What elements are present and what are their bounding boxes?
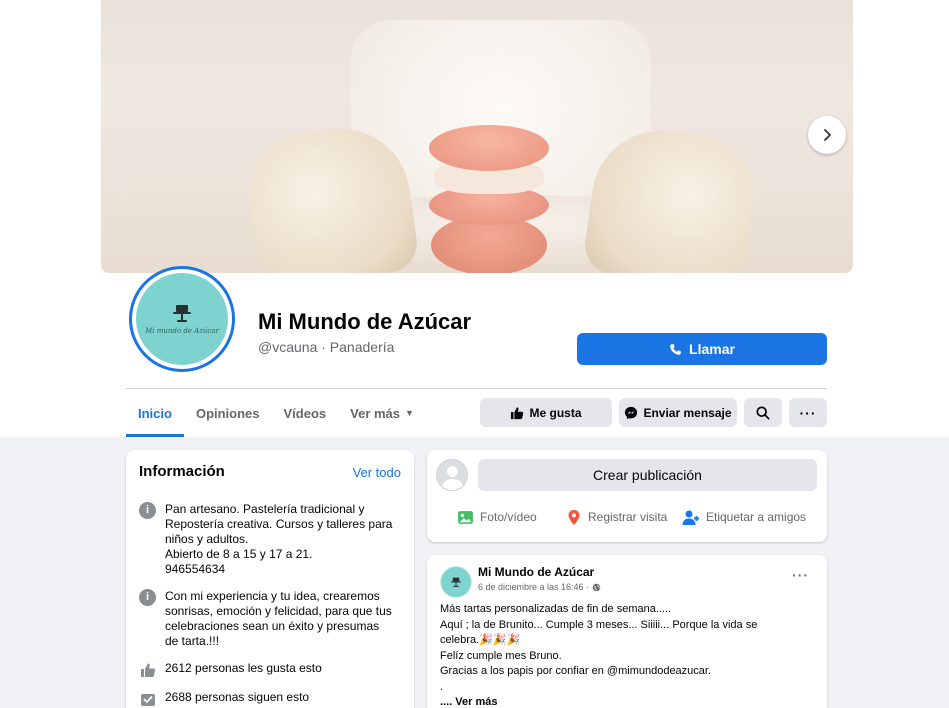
send-message-label: Enviar mensaje xyxy=(643,405,732,420)
chevron-right-icon xyxy=(824,129,831,141)
info-row-text: Con mi experiencia y tu idea, crearemos … xyxy=(165,589,392,648)
cover-macaron-top xyxy=(429,125,549,171)
info-icon: i xyxy=(139,589,156,606)
like-button-label: Me gusta xyxy=(529,405,582,420)
photo-icon xyxy=(458,510,473,524)
info-title: Información xyxy=(139,463,225,480)
tab-ver-mas[interactable]: Ver más ▼ xyxy=(338,389,426,437)
page-title: Mi Mundo de Azúcar xyxy=(258,309,472,334)
info-row-text: 2612 personas les gusta esto xyxy=(165,661,322,675)
info-row-about: i Con mi experiencia y tu idea, crearemo… xyxy=(139,589,401,649)
tab-ver-mas-label: Ver más xyxy=(350,405,401,421)
send-message-button[interactable]: Enviar mensaje xyxy=(619,398,737,427)
tab-opiniones[interactable]: Opiniones xyxy=(184,389,272,437)
more-options-button[interactable]: ··· xyxy=(789,398,827,427)
photo-video-label: Foto/vídeo xyxy=(480,510,537,524)
page-subtitle: @vcauna · Panadería xyxy=(258,339,395,355)
tab-videos[interactable]: Vídeos xyxy=(272,389,339,437)
post-author-avatar[interactable] xyxy=(440,566,472,598)
avatar-head-shape xyxy=(447,466,458,477)
tag-friends-icon xyxy=(682,510,699,525)
globe-icon xyxy=(592,583,601,591)
messenger-icon xyxy=(625,406,638,419)
search-icon xyxy=(756,405,770,420)
tag-friends-label: Etiquetar a amigos xyxy=(706,510,807,524)
avatar-body-shape xyxy=(442,479,463,490)
more-dots-icon: ··· xyxy=(799,404,817,421)
search-button[interactable] xyxy=(744,398,782,427)
post-author-name[interactable]: Mi Mundo de Azúcar xyxy=(478,565,594,579)
phone-icon xyxy=(670,343,681,355)
post-body-text: Más tartas personalizadas de fin de sema… xyxy=(440,603,758,693)
location-pin-icon xyxy=(568,509,580,525)
post-date-text: 6 de diciembre a las 16:46 · xyxy=(478,582,590,592)
post-text: Más tartas personalizadas de fin de sema… xyxy=(440,602,785,708)
call-button-label: Llamar xyxy=(689,341,735,357)
info-row-text: Pan artesano. Pastelería tradicional y R… xyxy=(165,502,393,576)
info-card: Información Ver todo i Pan artesano. Pas… xyxy=(126,450,414,708)
info-row-likes: 2612 personas les gusta esto xyxy=(139,661,401,678)
cover-next-button[interactable] xyxy=(808,116,846,154)
avatar-logo-text: Mi mundo de Azúcar xyxy=(145,326,219,335)
tag-friends-button[interactable]: Etiquetar a amigos xyxy=(682,506,806,528)
like-button[interactable]: Me gusta xyxy=(480,398,612,427)
photo-video-button[interactable]: Foto/vídeo xyxy=(457,506,537,528)
caret-down-icon: ▼ xyxy=(405,408,414,418)
thumbs-up-icon xyxy=(511,406,524,419)
info-row-description: i Pan artesano. Pastelería tradicional y… xyxy=(139,502,401,577)
page-tabs: Inicio Opiniones Vídeos Ver más ▼ xyxy=(126,389,426,437)
cover-photo[interactable] xyxy=(101,0,853,273)
post-options-button[interactable]: ··· xyxy=(792,567,809,583)
thumbs-up-icon xyxy=(139,661,156,678)
call-button[interactable]: Llamar xyxy=(577,333,827,365)
page-avatar[interactable]: Mi mundo de Azúcar xyxy=(129,266,235,372)
cake-stand-icon xyxy=(173,304,191,322)
create-post-input[interactable]: Crear publicación xyxy=(478,459,817,491)
create-post-card: Crear publicación Foto/vídeo Registrar v… xyxy=(427,450,827,542)
info-row-followers: 2688 personas siguen esto xyxy=(139,690,401,707)
info-see-all-link[interactable]: Ver todo xyxy=(353,465,401,480)
info-row-text: 2688 personas siguen esto xyxy=(165,690,310,704)
tab-inicio[interactable]: Inicio xyxy=(126,389,184,437)
check-in-button[interactable]: Registrar visita xyxy=(566,506,667,528)
post-timestamp[interactable]: 6 de diciembre a las 16:46 · xyxy=(478,582,601,592)
see-more-link[interactable]: .... Ver más xyxy=(440,696,497,708)
follow-icon xyxy=(139,690,156,707)
post-card: Mi Mundo de Azúcar 6 de diciembre a las … xyxy=(427,555,827,708)
check-in-label: Registrar visita xyxy=(588,510,668,524)
cake-stand-icon xyxy=(451,577,461,587)
info-icon: i xyxy=(139,502,156,519)
user-avatar[interactable] xyxy=(436,459,468,491)
avatar-logo: Mi mundo de Azúcar xyxy=(136,273,228,365)
